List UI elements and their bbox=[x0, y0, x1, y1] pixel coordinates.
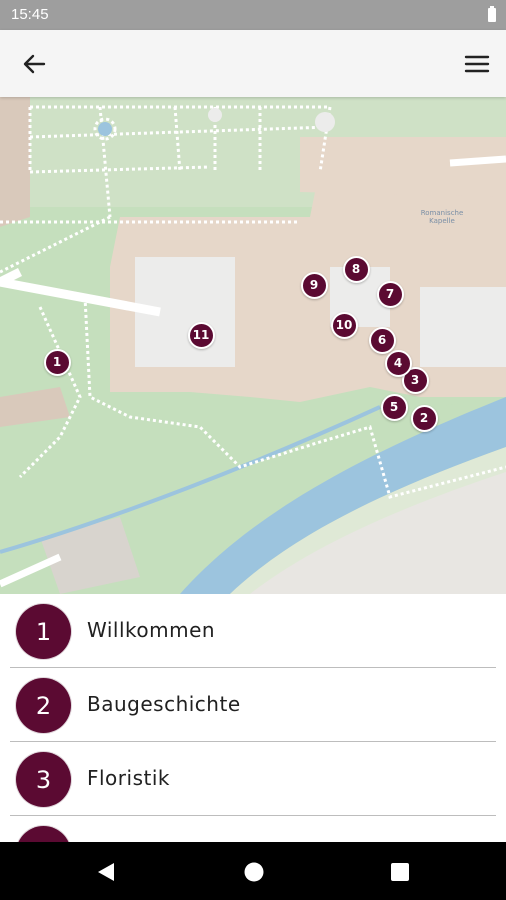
map-marker[interactable]: 10 bbox=[330, 311, 358, 339]
hamburger-menu-icon bbox=[464, 55, 490, 73]
battery-icon bbox=[488, 6, 496, 22]
nav-home-button[interactable] bbox=[243, 861, 265, 883]
nav-recents-button[interactable] bbox=[389, 861, 411, 883]
app-screen: 15:45 Romanische Kapelle 1 2 3 4 5 6 7 8… bbox=[0, 0, 506, 900]
app-bar bbox=[0, 30, 506, 97]
list-item[interactable]: 1 Willkommen bbox=[0, 594, 506, 668]
station-number-badge: 2 bbox=[16, 678, 71, 733]
map-marker[interactable]: 6 bbox=[368, 326, 396, 354]
map-marker[interactable]: 1 bbox=[43, 348, 71, 376]
menu-button[interactable] bbox=[462, 49, 492, 79]
station-number-badge: 3 bbox=[16, 752, 71, 807]
station-title: Willkommen bbox=[87, 618, 216, 642]
station-number-badge: 4 bbox=[16, 826, 71, 842]
map-marker[interactable]: 9 bbox=[300, 271, 328, 299]
triangle-back-icon bbox=[98, 863, 114, 881]
map-view[interactable]: Romanische Kapelle 1 2 3 4 5 6 7 8 9 10 … bbox=[0, 97, 506, 594]
station-title: Baugeschichte bbox=[87, 692, 241, 716]
status-time: 15:45 bbox=[11, 6, 49, 23]
arrow-left-icon bbox=[23, 54, 46, 74]
system-nav-bar bbox=[0, 842, 506, 900]
square-recents-icon bbox=[391, 863, 409, 881]
map-marker[interactable]: 5 bbox=[380, 393, 408, 421]
status-bar: 15:45 bbox=[0, 0, 506, 30]
station-list: 1 Willkommen 2 Baugeschichte 3 Floristik… bbox=[0, 594, 506, 842]
map-marker[interactable]: 4 bbox=[384, 349, 412, 377]
list-item[interactable]: 3 Floristik bbox=[0, 742, 506, 816]
circle-home-icon bbox=[244, 862, 264, 882]
map-marker[interactable]: 8 bbox=[342, 255, 370, 283]
station-title: Floristik bbox=[87, 766, 170, 790]
map-marker[interactable]: 2 bbox=[410, 404, 438, 432]
list-item[interactable]: 4 bbox=[0, 816, 506, 842]
map-place-label: Romanische Kapelle bbox=[420, 209, 464, 225]
map-marker[interactable]: 11 bbox=[187, 321, 215, 349]
station-number-badge: 1 bbox=[16, 604, 71, 659]
nav-back-button[interactable] bbox=[95, 861, 117, 883]
map-marker[interactable]: 7 bbox=[376, 280, 404, 308]
back-button[interactable] bbox=[18, 49, 50, 79]
map-base bbox=[0, 97, 506, 594]
list-item[interactable]: 2 Baugeschichte bbox=[0, 668, 506, 742]
